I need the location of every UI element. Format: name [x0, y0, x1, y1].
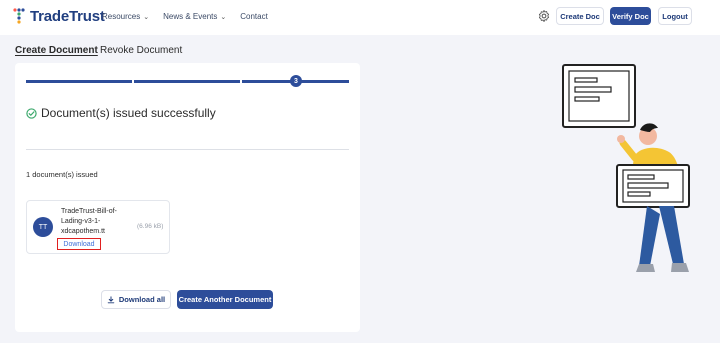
nav-news-events-label: News & Events	[163, 12, 218, 21]
document-card: TT TradeTrust-Bill-of- Lading-v3-1- xdca…	[26, 200, 170, 254]
gear-icon[interactable]	[537, 9, 551, 23]
issued-count: 1 document(s) issued	[26, 170, 98, 179]
divider	[26, 149, 349, 150]
progress-step-2	[134, 80, 240, 83]
logo-text: TradeTrust	[30, 7, 105, 25]
download-all-button[interactable]: Download all	[101, 290, 171, 309]
download-link[interactable]: Download	[57, 238, 101, 250]
nav-contact[interactable]: Contact	[240, 12, 268, 21]
success-banner: Document(s) issued successfully	[26, 106, 216, 120]
issue-result-card: 3 Document(s) issued successfully 1 docu…	[15, 63, 360, 332]
chevron-down-icon: ⌄	[220, 13, 227, 21]
progress-step-indicator: 3	[290, 75, 302, 87]
main-nav: Resources ⌄ News & Events ⌄ Contact	[102, 12, 268, 21]
download-icon	[107, 295, 115, 303]
chevron-down-icon: ⌄	[143, 13, 150, 21]
check-circle-icon	[26, 107, 37, 119]
document-name-line: Lading-v3-1-	[61, 218, 101, 225]
download-all-label: Download all	[118, 295, 166, 304]
create-another-document-button[interactable]: Create Another Document	[177, 290, 273, 309]
top-header: TradeTrust Resources ⌄ News & Events ⌄ C…	[0, 0, 720, 35]
create-doc-button[interactable]: Create Doc	[556, 7, 604, 25]
verify-doc-button[interactable]: Verify Doc	[610, 7, 651, 25]
tab-revoke-document[interactable]: Revoke Document	[100, 45, 182, 56]
document-size: (6.96 kB)	[137, 223, 164, 230]
logo[interactable]: TradeTrust	[12, 7, 105, 25]
nav-news-events[interactable]: News & Events ⌄	[163, 12, 226, 21]
success-message: Document(s) issued successfully	[41, 106, 216, 120]
nav-contact-label: Contact	[240, 12, 268, 21]
tab-create-document[interactable]: Create Document	[15, 45, 98, 56]
document-avatar: TT	[33, 217, 53, 237]
tradetrust-logo-icon	[13, 8, 25, 24]
logout-button[interactable]: Logout	[658, 7, 692, 25]
document-name-line: xdcapothem.tt	[61, 228, 105, 235]
nav-resources-label: Resources	[102, 12, 141, 21]
nav-resources[interactable]: Resources ⌄	[102, 12, 149, 21]
person-holding-documents-illustration	[562, 64, 690, 272]
progress-step-1	[26, 80, 132, 83]
document-name: TradeTrust-Bill-of- Lading-v3-1- xdcapot…	[61, 207, 135, 237]
document-name-line: TradeTrust-Bill-of-	[61, 208, 117, 215]
